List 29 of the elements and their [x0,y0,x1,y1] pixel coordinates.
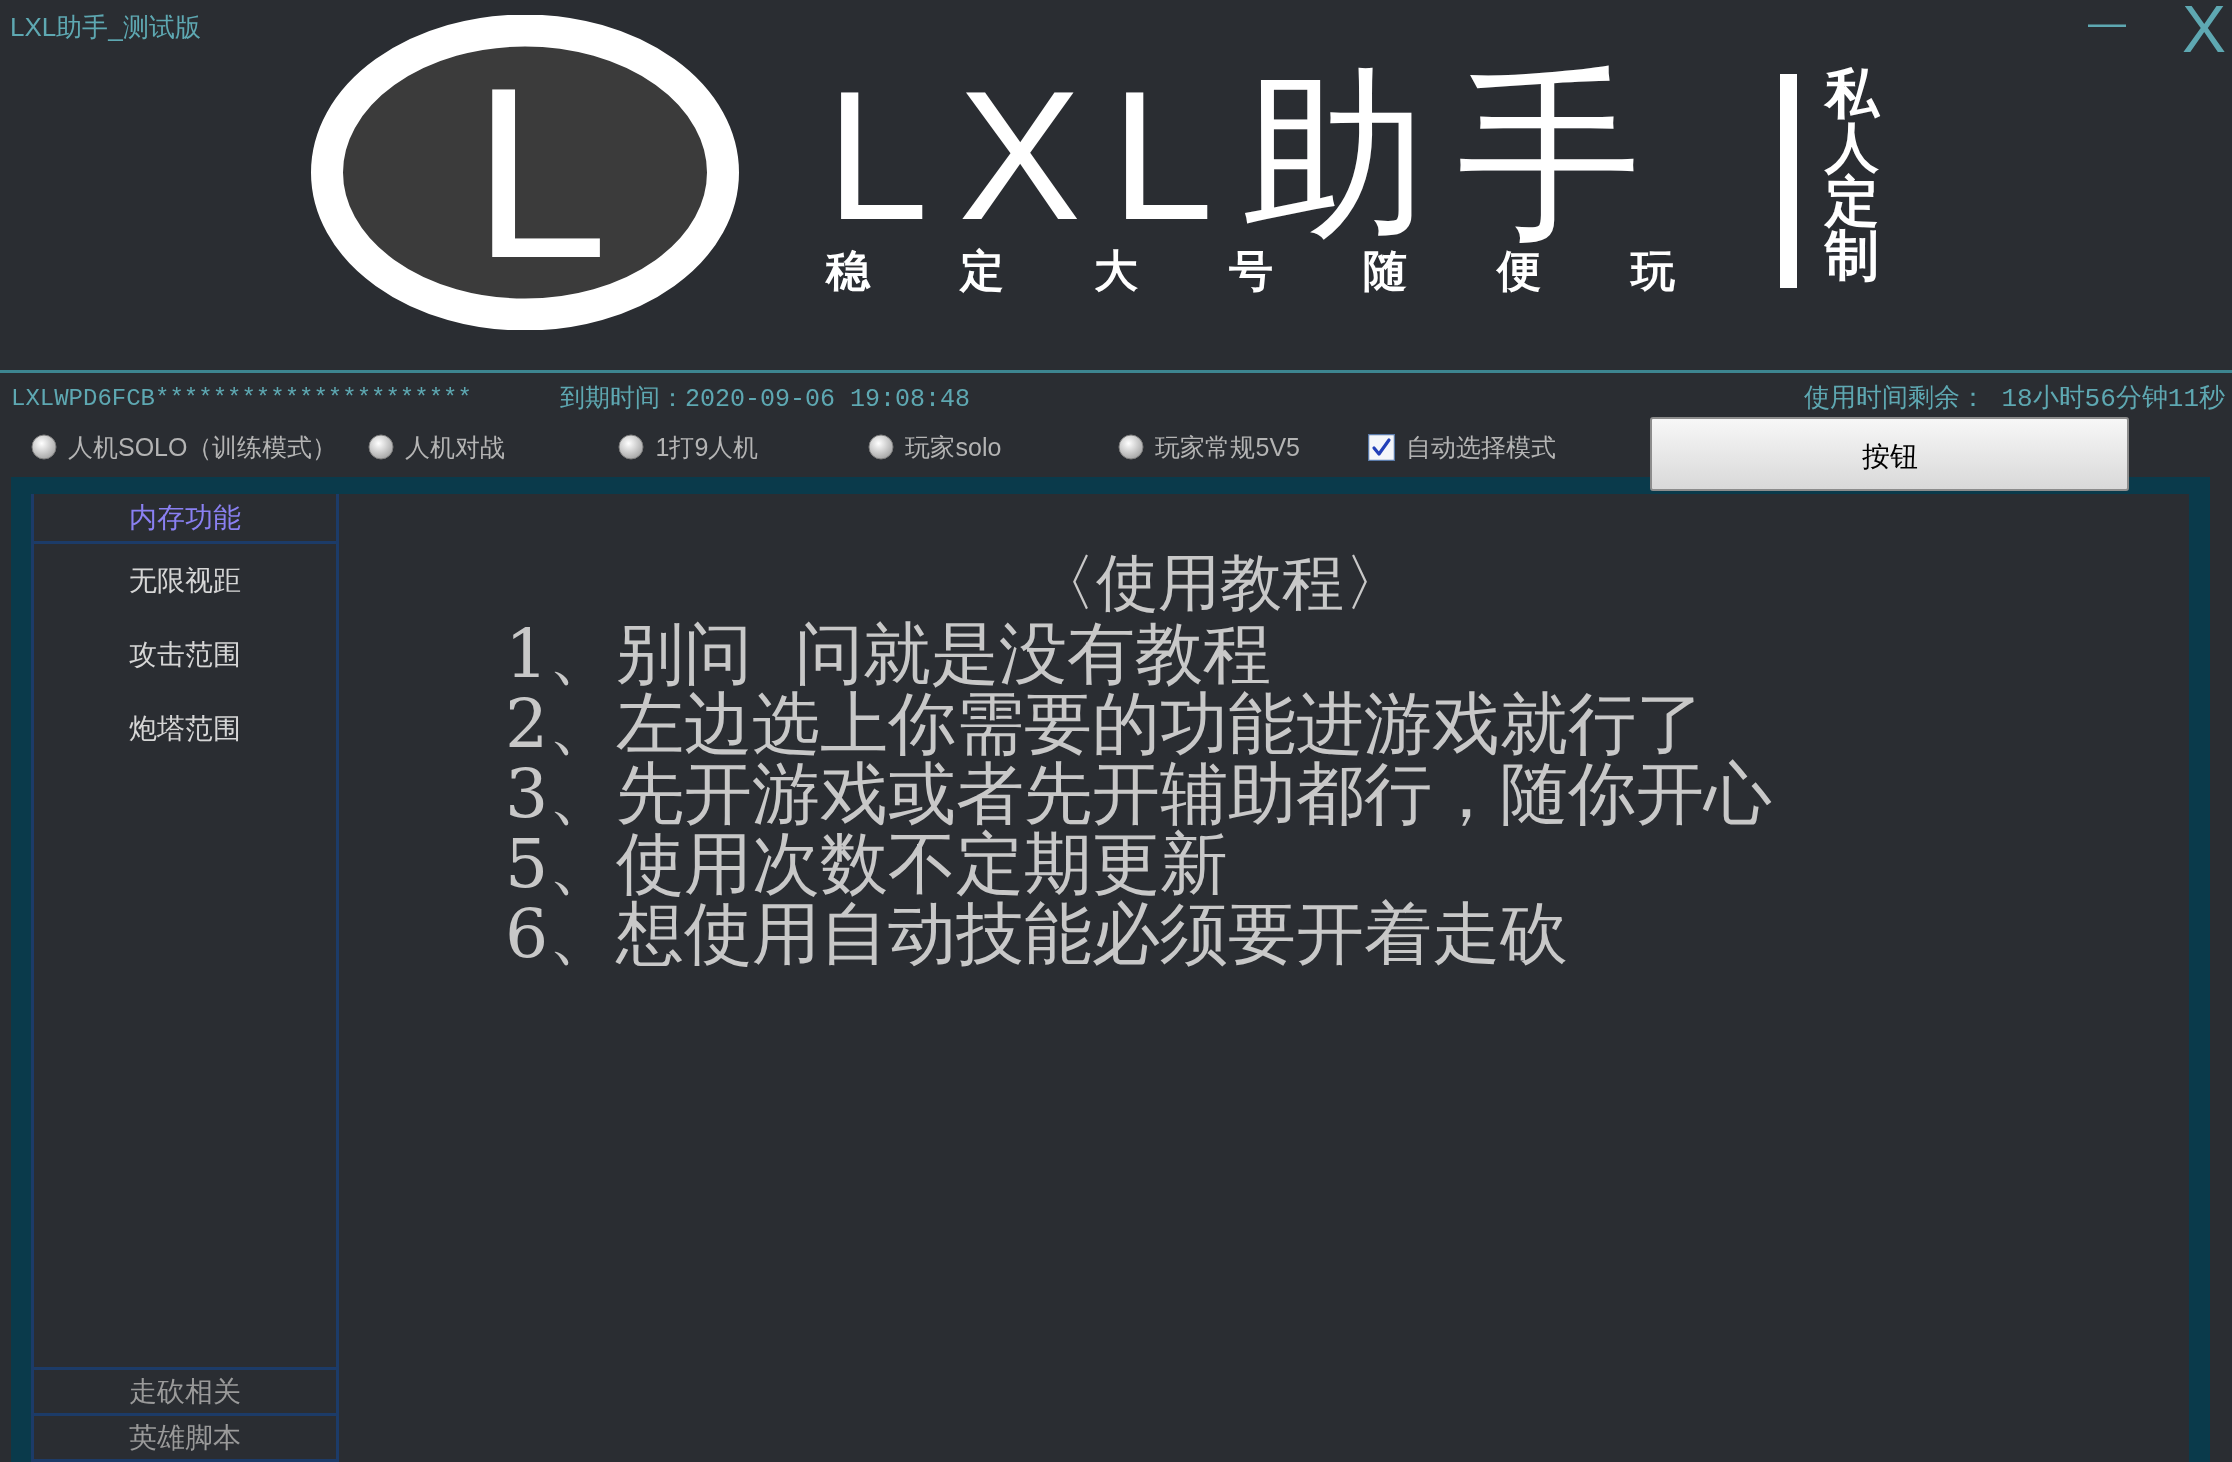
tutorial-line: 1、别问 问就是没有教程 [505,619,1272,689]
tutorial-line: 3、先开游戏或者先开辅助都行，随你开心 [505,759,1773,829]
checkbox-option[interactable]: 自动选择模式 [1368,433,1557,461]
time-remaining: 使用时间剩余： 18小时56分钟11秒 [1803,386,2225,412]
radio-option[interactable]: 玩家常规5V5 [1118,434,1300,460]
brand-slogan: 稳 定 大 号 随 便 玩 [826,249,1715,293]
sidebar-item[interactable]: 炮塔范围 [129,715,241,743]
sidebar-group[interactable]: 内存功能 [34,494,336,544]
radio-option[interactable]: 人机对战 [368,434,506,460]
radio-option[interactable]: 玩家solo [868,434,1002,460]
tutorial-line: 2、左边选上你需要的功能进游戏就行了 [505,689,1705,759]
license-key: LXLWPD6FCB********************** [11,387,472,411]
tutorial-heading: 〈使用教程〉 [1034,547,1406,619]
minimize-button[interactable]: — [2087,4,2126,42]
sidebar-group[interactable]: 走砍相关 [34,1370,336,1416]
expiry-time: 到期时间：2020-09-06 19:08:48 [559,386,970,412]
radio-option[interactable]: 人机SOLO（训练模式） [31,434,338,460]
tutorial-line: 5、使用次数不定期更新 [505,829,1229,899]
vertical-tagline: 私人定制 [1825,66,1879,282]
tutorial-line: 6、想使用自动技能必须要开着走砍 [505,899,1569,969]
action-button[interactable]: 按钮 [1650,417,2130,491]
logo-letter: L [472,50,608,295]
window-title: LXL助手_测试版 [10,12,201,42]
radio-option[interactable]: 1打9人机 [618,434,759,460]
sidebar-group[interactable]: 英雄脚本 [34,1416,336,1462]
sidebar-item[interactable]: 无限视距 [129,567,241,595]
sidebar-item[interactable]: 攻击范围 [129,641,241,669]
brand-title: LXL助手 [826,63,1672,247]
close-button[interactable]: X [2181,0,2226,62]
